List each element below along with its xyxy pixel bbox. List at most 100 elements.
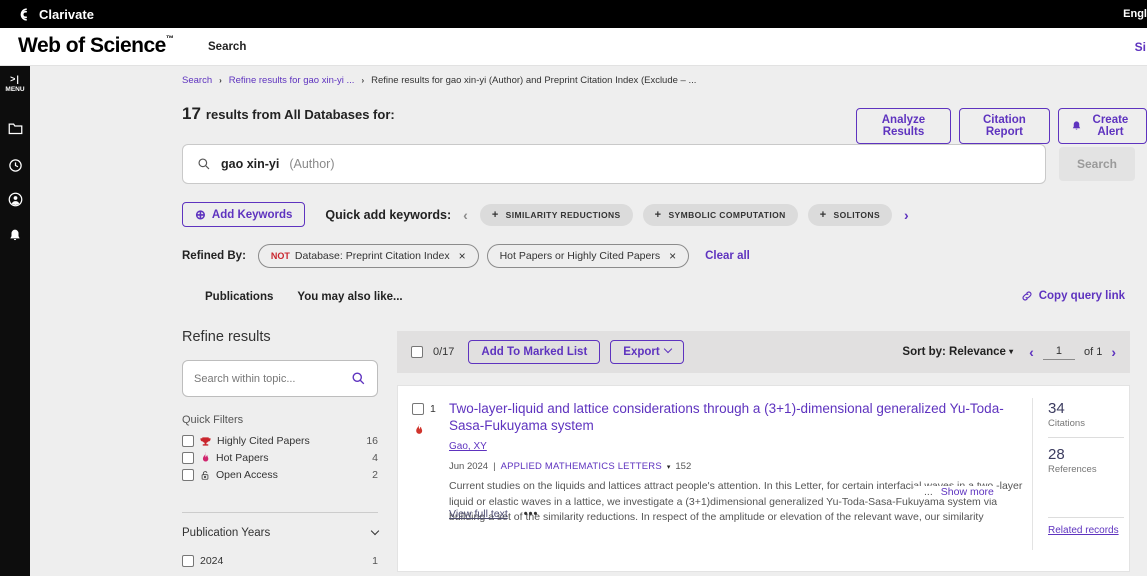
filter-count: 16 [366, 435, 378, 447]
copy-query-link[interactable]: Copy query link [1020, 290, 1125, 302]
wos-header: Web of Science™ Search Si [0, 28, 1147, 66]
create-alert-button[interactable]: Create Alert [1058, 108, 1147, 144]
breadcrumb-refine-1[interactable]: Refine results for gao xin-yi ... [229, 75, 355, 86]
filter-label[interactable]: Hot Papers [216, 452, 269, 464]
menu-toggle[interactable]: >| MENU [0, 74, 30, 93]
citations-label: Citations [1048, 418, 1124, 429]
prev-page-icon[interactable]: ‹ [1029, 345, 1034, 359]
metric-divider [1048, 437, 1124, 438]
filter-label[interactable]: Highly Cited Papers [217, 435, 310, 447]
result-meta: Jun 2024 | APPLIED MATHEMATICS LETTERS ▾… [449, 461, 1031, 472]
breadcrumb-separator: › [361, 76, 364, 85]
citation-report-button[interactable]: Citation Report [959, 108, 1050, 144]
show-more-link[interactable]: Show more [941, 486, 994, 498]
clarivate-bar: Clarivate Engl [0, 0, 1147, 28]
filter-open-access: Open Access 2 [182, 469, 378, 481]
tab-you-may-also-like[interactable]: You may also like... [297, 291, 402, 303]
clear-all-link[interactable]: Clear all [705, 250, 750, 262]
refinement-chip-not-preprint[interactable]: NOT Database: Preprint Citation Index × [258, 244, 479, 268]
menu-label: MENU [5, 86, 24, 93]
breadcrumb-search[interactable]: Search [182, 75, 212, 86]
metrics-divider [1032, 398, 1033, 550]
result-journal-link[interactable]: APPLIED MATHEMATICS LETTERS [501, 461, 662, 472]
keyword-chip-solitons[interactable]: + SOLITONS [808, 204, 892, 226]
hot-paper-flame-icon [413, 423, 424, 437]
add-to-marked-list-button[interactable]: Add To Marked List [468, 340, 600, 364]
results-count: 17 [182, 104, 201, 124]
query-field-tag: (Author) [289, 157, 334, 171]
results-tabs: Publications You may also like... [205, 291, 403, 303]
highly-cited-checkbox[interactable] [182, 435, 194, 447]
wos-logo[interactable]: Web of Science™ [18, 34, 173, 58]
result-date: Jun 2024 [449, 461, 488, 472]
meta-pipe: | [493, 461, 495, 472]
signin-link[interactable]: Si [1135, 40, 1146, 54]
plus-circle-icon: ⊕ [195, 208, 206, 221]
refinement-chip-hot-highly-cited[interactable]: Hot Papers or Highly Cited Papers × [487, 244, 690, 268]
publication-years-section[interactable]: Publication Years [182, 527, 378, 539]
bell-icon [8, 228, 22, 243]
breadcrumb-separator: › [219, 76, 222, 85]
caret-down-icon[interactable]: ▾ [667, 463, 671, 471]
open-access-checkbox[interactable] [182, 469, 194, 481]
link-icon [1020, 290, 1034, 302]
view-full-text-link[interactable]: View full text [449, 508, 508, 520]
remove-chip-icon[interactable]: × [459, 249, 466, 263]
result-author-link[interactable]: Gao, XY [449, 441, 487, 452]
search-query-input[interactable]: gao xin-yi (Author) [182, 144, 1046, 184]
chips-prev-arrow-icon[interactable]: ‹ [463, 207, 468, 223]
quick-filters-label: Quick Filters [182, 414, 243, 426]
chips-next-arrow-icon[interactable]: › [904, 207, 909, 223]
select-all-checkbox[interactable] [411, 346, 423, 358]
results-heading-text: results from All Databases for: [206, 107, 395, 122]
results-toolbar: 0/17 Add To Marked List Export Sort by: … [397, 331, 1130, 373]
page-number-input[interactable]: 1 [1043, 345, 1075, 360]
quick-add-label: Quick add keywords: [325, 208, 451, 222]
bell-icon [1071, 120, 1082, 132]
result-checkbox[interactable] [412, 403, 424, 415]
results-heading: 17 results from All Databases for: [182, 104, 395, 124]
analyze-results-button[interactable]: Analyze Results [856, 108, 951, 144]
refine-search-input[interactable] [194, 373, 351, 385]
next-page-icon[interactable]: › [1111, 345, 1116, 359]
filter-label[interactable]: Open Access [216, 469, 278, 481]
search-icon[interactable] [351, 371, 366, 386]
account-button[interactable] [0, 192, 30, 207]
refine-search-box [182, 360, 378, 397]
result-select: 1 [412, 403, 436, 415]
alerts-button[interactable] [0, 228, 30, 243]
chevron-down-icon [372, 527, 378, 539]
references-count[interactable]: 28 [1048, 446, 1124, 463]
year-label[interactable]: 2024 [200, 555, 223, 567]
result-card: 1 Two-layer-liquid and lattice considera… [397, 385, 1130, 572]
web-of-science-screen: Clarivate Engl Web of Science™ Search Si… [0, 0, 1147, 576]
abstract-ellipsis: ... [924, 486, 933, 498]
related-divider [1048, 517, 1124, 518]
hot-papers-checkbox[interactable] [182, 452, 194, 464]
history-clock-icon [8, 158, 23, 173]
sort-by-dropdown[interactable]: Sort by: Relevance ▾ [902, 346, 1013, 358]
result-links: View full text ••• [449, 508, 538, 520]
more-options-icon[interactable]: ••• [524, 508, 539, 520]
search-button[interactable]: Search [1059, 147, 1135, 181]
history-button[interactable] [0, 158, 30, 173]
citations-count[interactable]: 34 [1048, 400, 1124, 417]
breadcrumb-current: Refine results for gao xin-yi (Author) a… [371, 75, 696, 86]
keyword-chip-similarity-reductions[interactable]: + SIMILARITY REDUCTIONS [480, 204, 633, 226]
keyword-chip-symbolic-computation[interactable]: + SYMBOLIC COMPUTATION [643, 204, 798, 226]
marked-list-button[interactable] [0, 122, 30, 135]
add-keywords-button[interactable]: ⊕ Add Keywords [182, 202, 305, 227]
remove-chip-icon[interactable]: × [669, 249, 676, 263]
pagination: ‹ 1 of 1 › [1029, 345, 1116, 360]
result-title-link[interactable]: Two-layer-liquid and lattice considerati… [449, 400, 1031, 434]
related-records-link[interactable]: Related records [1048, 525, 1119, 536]
year-2024-checkbox[interactable] [182, 555, 194, 567]
nav-search-link[interactable]: Search [208, 41, 246, 53]
tab-publications[interactable]: Publications [205, 291, 273, 303]
toolbar-right: Sort by: Relevance ▾ ‹ 1 of 1 › [902, 345, 1116, 360]
clarivate-brand-text: Clarivate [39, 7, 94, 22]
query-text: gao xin-yi [221, 157, 279, 171]
language-selector[interactable]: Engl [1123, 8, 1147, 20]
clarivate-logo[interactable]: Clarivate [18, 7, 94, 22]
export-button[interactable]: Export [610, 340, 683, 364]
